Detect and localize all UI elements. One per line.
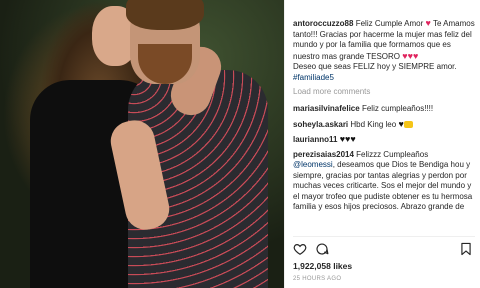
caption-username[interactable]: antoroccuzzo88 — [293, 19, 353, 28]
likes-count[interactable]: 1,922,058 likes — [293, 261, 352, 271]
heart-outline-icon[interactable] — [293, 242, 307, 256]
action-bar — [293, 242, 475, 256]
post-sidebar: antoroccuzzo88 Feliz Cumple Amor ♥ Te Am… — [284, 0, 480, 288]
caption-text-2: Deseo que seas FELIZ hoy y SIEMPRE amor. — [293, 62, 457, 71]
comment-text: Hbd King leo — [350, 119, 397, 129]
likes-number: 1,922,058 — [293, 261, 331, 271]
comment-username[interactable]: soheyla.askari — [293, 120, 348, 129]
likes-label: likes — [333, 261, 353, 271]
comment-item: laurianno11 ♥♥♥ — [293, 134, 475, 146]
black-heart-emoji-icon: ♥♥♥ — [339, 134, 356, 144]
caption-text-start: Feliz Cumple Amor — [355, 19, 424, 28]
divider — [293, 236, 475, 237]
comment-item: soheyla.askari Hbd King leo ♥ — [293, 119, 475, 131]
post-timestamp[interactable]: 25 HOURS AGO — [293, 276, 341, 282]
comment-username[interactable]: perezisaias2014 — [293, 150, 354, 159]
caption: antoroccuzzo88 Feliz Cumple Amor ♥ Te Am… — [293, 18, 475, 83]
comment-mention[interactable]: @leomessi — [293, 160, 333, 169]
comment-text: Felizzz Cumpleaños — [356, 149, 429, 159]
black-heart-emoji-icon: ♥ — [398, 118, 404, 129]
photo-man-hair — [126, 0, 204, 30]
comment-username[interactable]: laurianno11 — [293, 135, 337, 144]
comment-item: perezisaias2014 Felizzz Cumpleaños @leom… — [293, 150, 475, 213]
red-heart-emoji-icon: ♥ — [412, 50, 419, 61]
comments-list: antoroccuzzo88 Feliz Cumple Amor ♥ Te Am… — [293, 18, 475, 234]
comment-username[interactable]: mariasilvinafelice — [293, 104, 360, 113]
post-photo[interactable] — [0, 0, 284, 288]
comment-text: Feliz cumpleaños!!!! — [361, 104, 434, 113]
instagram-post: antoroccuzzo88 Feliz Cumple Amor ♥ Te Am… — [0, 0, 480, 288]
red-heart-emoji-icon: ♥ — [425, 18, 431, 28]
caption-hashtag[interactable]: #familiade5 — [293, 73, 334, 82]
comment-item: mariasilvinafelice Feliz cumpleaños!!!! — [293, 104, 475, 115]
lion-emoji-icon — [403, 120, 413, 128]
load-more-comments-link[interactable]: Load more comments — [293, 87, 475, 96]
bookmark-icon[interactable] — [459, 242, 473, 256]
speech-bubble-icon[interactable] — [315, 242, 329, 256]
